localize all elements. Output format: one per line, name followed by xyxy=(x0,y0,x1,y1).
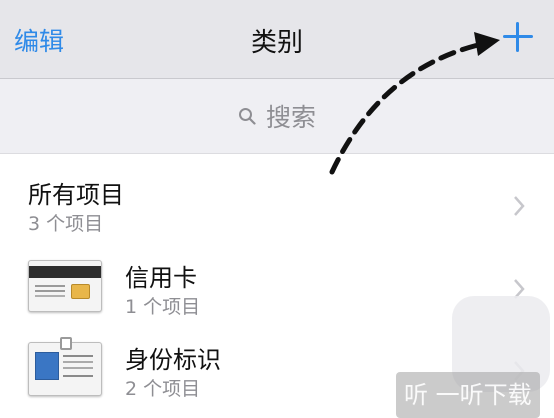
list-item-count: 1 个项目 xyxy=(125,296,201,318)
list-item-count: 2 个项目 xyxy=(125,378,201,400)
page-title: 类别 xyxy=(250,28,303,58)
plus-icon[interactable] xyxy=(503,22,533,52)
watermark-text: 听 一听下载 xyxy=(396,372,540,418)
credit-card-icon xyxy=(28,260,102,312)
search-placeholder: 搜索 xyxy=(265,103,316,132)
list-item-title: 身份标识 xyxy=(125,346,221,374)
list-item-title: 所有项目 xyxy=(28,181,124,209)
chevron-right-icon xyxy=(514,196,525,216)
search-bar[interactable]: 搜索 xyxy=(0,79,554,154)
list-item-count: 3 个项目 xyxy=(28,213,104,235)
search-field[interactable]: 搜索 xyxy=(0,98,554,134)
list-item-title: 信用卡 xyxy=(125,264,197,292)
search-icon xyxy=(238,108,256,125)
watermark-label: 一听下载 xyxy=(435,381,532,409)
watermark-logo-glyph: 听 xyxy=(404,381,428,409)
id-badge-icon xyxy=(28,337,102,396)
list-item-all-items[interactable]: 所有项目 3 个项目 xyxy=(0,165,554,245)
navigation-bar: 编辑 类别 xyxy=(0,0,554,79)
